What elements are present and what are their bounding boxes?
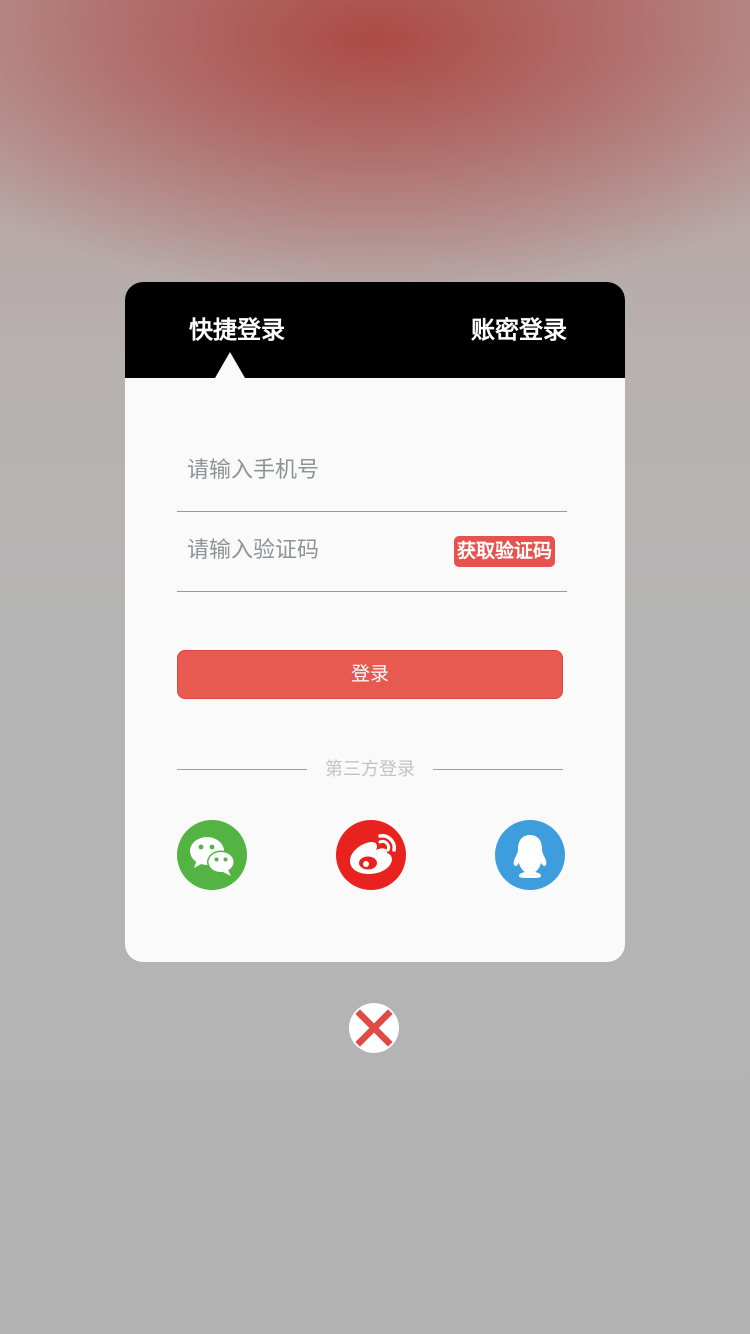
- phone-input[interactable]: [187, 450, 437, 490]
- wechat-icon: [190, 837, 235, 876]
- close-icon: [355, 1009, 393, 1047]
- third-party-divider: 第三方登录: [177, 756, 563, 784]
- verification-code-field: 获取验证码: [177, 512, 567, 592]
- qq-login-button[interactable]: [495, 820, 565, 890]
- close-button[interactable]: [349, 1003, 399, 1053]
- get-code-button[interactable]: 获取验证码: [453, 536, 555, 567]
- divider-line-right: [433, 769, 563, 770]
- login-button[interactable]: 登录: [177, 650, 563, 699]
- qq-icon: [513, 835, 547, 878]
- verification-code-input[interactable]: [187, 530, 437, 570]
- login-tab-bar: 快捷登录 账密登录: [125, 282, 625, 378]
- third-party-label: 第三方登录: [325, 759, 415, 780]
- login-modal: 快捷登录 账密登录 获取验证码 登录 第三方登录: [125, 282, 625, 962]
- tab-password-login[interactable]: 账密登录: [471, 312, 567, 348]
- weibo-login-button[interactable]: [336, 820, 406, 890]
- wechat-login-button[interactable]: [177, 820, 247, 890]
- tab-quick-login[interactable]: 快捷登录: [189, 312, 285, 348]
- active-tab-indicator: [215, 352, 245, 378]
- weibo-icon: [350, 834, 396, 874]
- phone-field: [177, 432, 567, 512]
